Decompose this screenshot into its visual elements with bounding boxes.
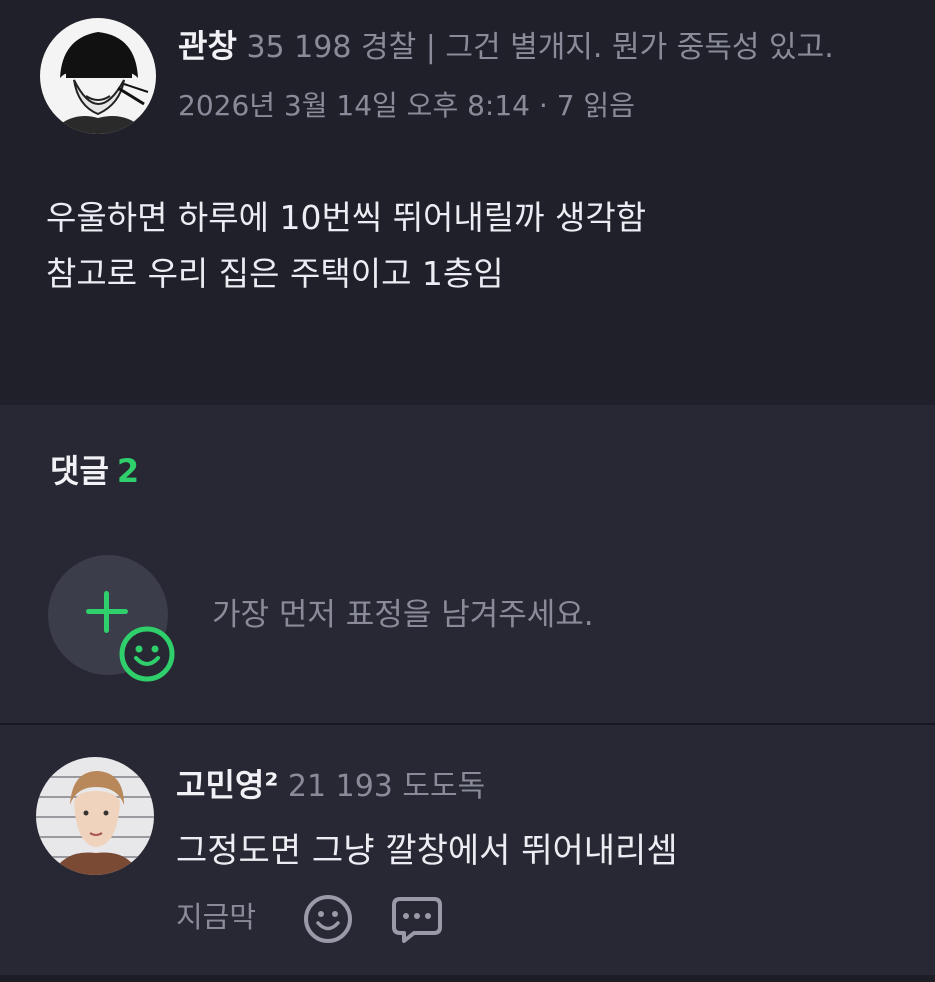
comments-title: 댓글 bbox=[50, 452, 109, 490]
author-avatar[interactable] bbox=[40, 18, 156, 134]
author-points: 35 198 bbox=[246, 30, 352, 65]
post-reads: 7 읽음 bbox=[556, 89, 635, 122]
comment-author-points: 21 193 bbox=[287, 769, 393, 804]
comments-header: 댓글 2 bbox=[50, 449, 139, 493]
comment-reply-button[interactable] bbox=[390, 893, 444, 947]
comments-section: 댓글 2 가장 먼저 표정을 남겨주세요. 고민영² 21 193 도도독 그정… bbox=[0, 405, 935, 982]
post-body: 우울하면 하루에 10번씩 뛰어내릴까 생각함 참고로 우리 집은 주택이고 1… bbox=[46, 190, 646, 302]
post-meta: 2026년 3월 14일 오후 8:14 · 7 읽음 bbox=[178, 84, 635, 128]
comments-count: 2 bbox=[116, 452, 140, 490]
chat-bubble-icon bbox=[392, 897, 442, 943]
author-bio: 그건 별개지. 뭔가 중독성 있고. bbox=[445, 30, 834, 65]
comment-author-rank: 도도독 bbox=[402, 769, 486, 804]
post-date: 2026년 3월 14일 오후 8:14 bbox=[178, 89, 530, 122]
reaction-hint: 가장 먼저 표정을 남겨주세요. bbox=[212, 597, 594, 633]
author-separator: | bbox=[425, 30, 436, 65]
comment-reaction-button[interactable] bbox=[302, 893, 354, 945]
author-rank: 경찰 bbox=[360, 30, 417, 65]
bottom-divider bbox=[0, 975, 935, 982]
add-reaction-button[interactable] bbox=[48, 555, 175, 682]
post-body-line: 우울하면 하루에 10번씩 뛰어내릴까 생각함 bbox=[46, 198, 647, 237]
meta-dot: · bbox=[538, 89, 548, 122]
author-name[interactable]: 관창 bbox=[178, 27, 237, 65]
comment-time: 지금막 bbox=[176, 900, 257, 934]
comment-text: 그정도면 그냥 깔창에서 뛰어내리셈 bbox=[176, 831, 678, 871]
author-line: 관창 35 198 경찰 | 그건 별개지. 뭔가 중독성 있고. bbox=[178, 24, 834, 70]
smile-icon bbox=[119, 626, 175, 682]
post-body-line: 참고로 우리 집은 주택이고 1층임 bbox=[46, 254, 504, 293]
smile-icon bbox=[304, 895, 352, 943]
section-divider bbox=[0, 723, 935, 725]
post-card: 관창 35 198 경찰 | 그건 별개지. 뭔가 중독성 있고. 2026년 … bbox=[0, 0, 935, 405]
comment-author-line: 고민영² 21 193 도도독 bbox=[176, 763, 485, 809]
comment-author-avatar[interactable] bbox=[36, 757, 154, 875]
comment-author-name[interactable]: 고민영² bbox=[176, 766, 278, 804]
